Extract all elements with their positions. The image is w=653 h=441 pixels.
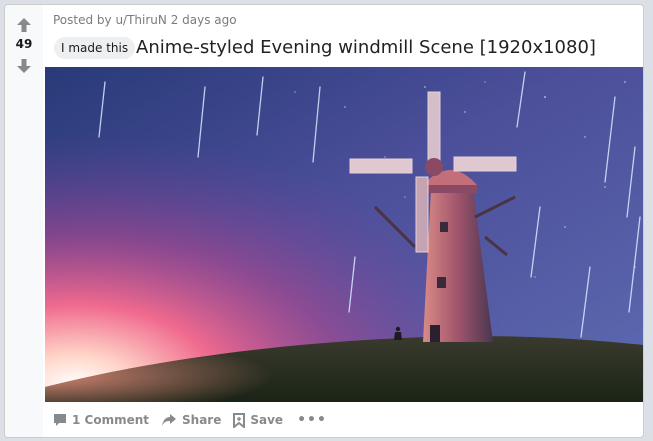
- post-actions-bar: 1 Comment Share Save •••: [53, 409, 339, 431]
- vote-score: 49: [15, 37, 33, 51]
- save-button[interactable]: Save: [233, 412, 284, 428]
- share-icon: [162, 414, 177, 426]
- post-card: 49 Posted by u/ThiruN 2 days ago I made …: [4, 4, 644, 438]
- vote-column: 49: [5, 5, 43, 437]
- post-flair[interactable]: I made this: [54, 37, 136, 59]
- comments-button[interactable]: 1 Comment: [53, 413, 149, 427]
- windmill-scene-image: [45, 67, 643, 402]
- comment-icon: [54, 414, 66, 426]
- comments-label: 1 Comment: [72, 413, 150, 427]
- bookmark-icon: [233, 412, 246, 428]
- post-image[interactable]: [45, 67, 643, 402]
- upvote-arrow-icon[interactable]: [16, 17, 32, 33]
- save-label: Save: [250, 413, 284, 427]
- share-button[interactable]: Share: [161, 413, 221, 427]
- share-label: Share: [182, 413, 222, 427]
- downvote-arrow-icon[interactable]: [16, 58, 32, 74]
- post-title[interactable]: Anime-styled Evening windmill Scene [192…: [136, 36, 596, 60]
- post-meta: Posted by u/ThiruN 2 days ago: [53, 13, 237, 27]
- more-options-icon[interactable]: •••: [297, 412, 327, 428]
